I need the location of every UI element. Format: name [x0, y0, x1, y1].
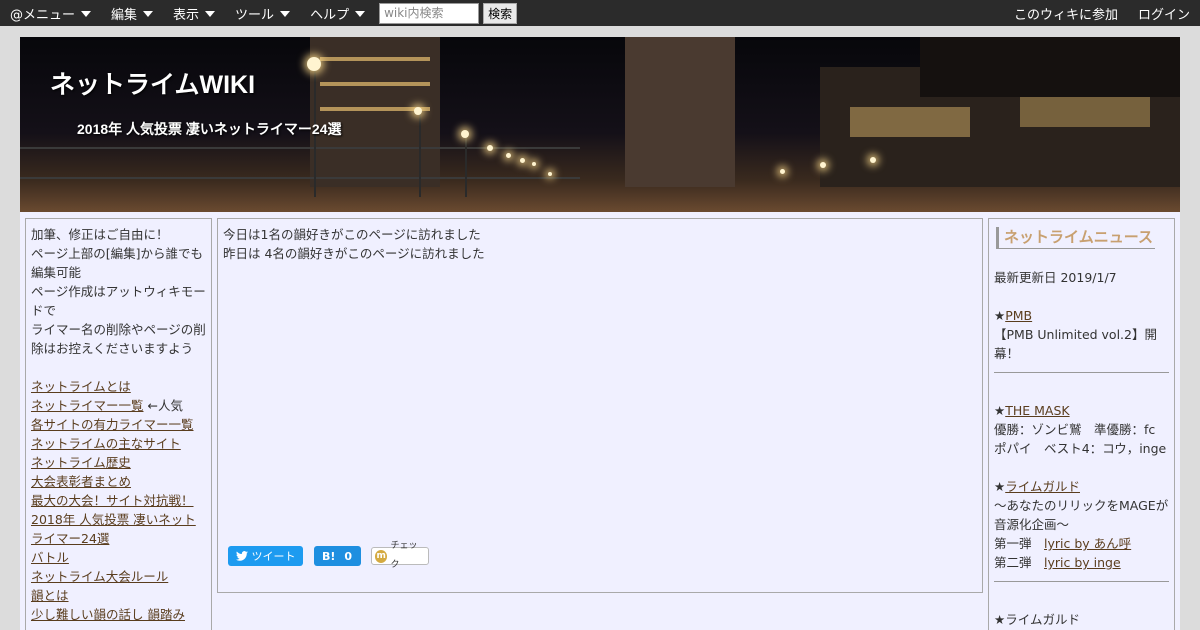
nav-link-battle[interactable]: バトル [31, 550, 69, 565]
lyric-link-second[interactable]: lyric by inge [1044, 555, 1121, 570]
street-lamp [820, 162, 826, 168]
building-window [320, 57, 430, 61]
search-button[interactable]: 検索 [483, 2, 518, 24]
news-text: 第二弾 [994, 555, 1032, 570]
nav-link-sites[interactable]: ネットライムの主なサイト [31, 436, 181, 451]
building-window [850, 107, 970, 137]
news-heading: ネットライムニュース [996, 227, 1155, 249]
tweet-button[interactable]: ツイート [228, 546, 303, 566]
menu-label: ツール [235, 7, 275, 23]
menu-label: 表示 [173, 7, 200, 23]
fence-rail [20, 147, 580, 149]
visitor-count-yesterday: 昨日は 4名の韻好きがこのページに訪れました [223, 246, 485, 261]
news-link-pmb[interactable]: PMB [1005, 308, 1032, 323]
news-text: 優勝：ゾンビ鷲 準優勝：fc [994, 422, 1156, 437]
menu-tools[interactable]: ツール [225, 0, 300, 26]
login-link[interactable]: ログイン [1128, 4, 1200, 23]
nav-link-biggest-contest[interactable]: 最大の大会！サイト対抗戦！ [31, 493, 194, 508]
menu-atmenu[interactable]: @メニュー [0, 0, 101, 26]
building-image [625, 37, 735, 187]
news-text: ～あなたのリリックをMAGEが音源化企画～ [994, 498, 1169, 532]
caret-down-icon [205, 11, 216, 17]
news-text: 第一弾 [994, 536, 1032, 551]
header-banner: ネットライムWIKI 2018年 人気投票 凄いネットライマー24選 [20, 37, 1180, 212]
twitter-bird-icon [235, 551, 248, 561]
street-lamp [506, 153, 511, 158]
street-lamp [532, 162, 536, 166]
tree-silhouette [920, 37, 1180, 97]
intro-text: ライマー名の削除やページの削除はお控えくださいますよう [31, 322, 206, 356]
popular-note: ←人気 [147, 398, 183, 413]
caret-down-icon [143, 11, 154, 17]
hatena-b-icon: B! [322, 549, 336, 563]
menu-edit[interactable]: 編集 [101, 0, 163, 26]
left-sidebar: 加筆、修正はご自由に！ ページ上部の[編集]から誰でも編集可能 ページ作成はアッ… [25, 218, 212, 630]
news-link-rhyme-guild[interactable]: ライムガルド [1005, 479, 1080, 494]
main-content-area: 加筆、修正はご自由に！ ページ上部の[編集]から誰でも編集可能 ページ作成はアッ… [20, 212, 1180, 630]
nav-link-about[interactable]: ネットライムとは [31, 379, 131, 394]
caret-down-icon [81, 11, 92, 17]
nav-link-site-rhymers[interactable]: 各サイトの有力ライマー一覧 [31, 417, 194, 432]
nav-link-awards[interactable]: 大会表彰者まとめ [31, 474, 131, 489]
menu-label: @メニュー [10, 7, 76, 23]
mixi-check-button[interactable]: m チェック [371, 541, 429, 570]
caret-down-icon [280, 11, 291, 17]
star-icon: ★ [994, 612, 1006, 627]
nav-link-popularity-poll[interactable]: 2018年 人気投票 凄いネットライマー24選 [31, 512, 196, 546]
news-text: ライムガルド [1005, 612, 1080, 627]
menu-help[interactable]: ヘルプ [300, 0, 375, 26]
intro-text: 加筆、修正はご自由に！ [31, 227, 169, 242]
nav-link-rules[interactable]: ネットライム大会ルール [31, 569, 168, 584]
nav-link-more[interactable]: 少し難しい韻の話し 韻踏み [31, 607, 185, 622]
hatena-bookmark-button[interactable]: B! 0 [314, 546, 361, 566]
lamp-post [465, 132, 467, 197]
lamp-post [419, 112, 421, 197]
tweet-label: ツイート [251, 549, 296, 563]
right-sidebar: ネットライムニュース 最新更新日 2019/1/7 ★PMB 【PMB Unli… [988, 218, 1175, 630]
divider [994, 372, 1169, 373]
star-icon: ★ [994, 403, 1006, 418]
intro-text: ページ上部の[編集]から誰でも編集可能 [31, 246, 204, 280]
lyric-link-first[interactable]: lyric by あん呼 [1044, 536, 1131, 551]
menu-view[interactable]: 表示 [163, 0, 225, 26]
street-lamp [520, 158, 525, 163]
nav-link-in[interactable]: 韻とは [31, 588, 69, 603]
street-lamp [414, 107, 422, 115]
caret-down-icon [355, 11, 366, 17]
check-label: チェック [390, 541, 418, 570]
star-icon: ★ [994, 479, 1006, 494]
visitor-count-today: 今日は1名の韻好きがこのページに訪れました [223, 227, 481, 242]
center-content: 今日は1名の韻好きがこのページに訪れました 昨日は 4名の韻好きがこのページに訪… [217, 218, 983, 593]
site-title[interactable]: ネットライムWIKI [50, 65, 255, 101]
building-window [320, 82, 430, 86]
news-link-the-mask[interactable]: THE MASK [1005, 403, 1069, 418]
street-lamp [870, 157, 876, 163]
join-wiki-link[interactable]: このウィキに参加 [1004, 4, 1128, 23]
street-lamp [548, 172, 552, 176]
street-lamp [307, 57, 321, 71]
intro-text: ページ作成はアットウィキモードで [31, 284, 206, 318]
hatena-count: 0 [344, 549, 353, 563]
street-lamp [780, 169, 785, 174]
nav-link-rhymer-list[interactable]: ネットライマー一覧 [31, 398, 144, 413]
menu-label: 編集 [111, 7, 138, 23]
mixi-icon: m [375, 549, 388, 563]
news-text: ポパイ ベスト4：コウ，inge [994, 441, 1167, 456]
divider [994, 581, 1169, 582]
account-links: このウィキに参加 ログイン [1004, 0, 1200, 26]
street-lamp [487, 145, 493, 151]
top-menu-bar: @メニュー 編集 表示 ツール ヘルプ 検索 このウィキに参加 ログイン [0, 0, 1200, 26]
share-buttons: ツイート B! 0 m チェック [228, 541, 429, 570]
news-text: 【PMB Unlimited vol.2】開幕！ [994, 327, 1157, 361]
last-updated: 最新更新日 2019/1/7 [994, 270, 1117, 285]
fence-rail [20, 177, 580, 179]
menu-label: ヘルプ [310, 7, 350, 23]
street-lamp [461, 130, 469, 138]
wiki-search-input[interactable] [379, 2, 480, 24]
star-icon: ★ [994, 308, 1006, 323]
page-title: 2018年 人気投票 凄いネットライマー24選 [77, 121, 342, 137]
nav-link-history[interactable]: ネットライム歴史 [31, 455, 131, 470]
